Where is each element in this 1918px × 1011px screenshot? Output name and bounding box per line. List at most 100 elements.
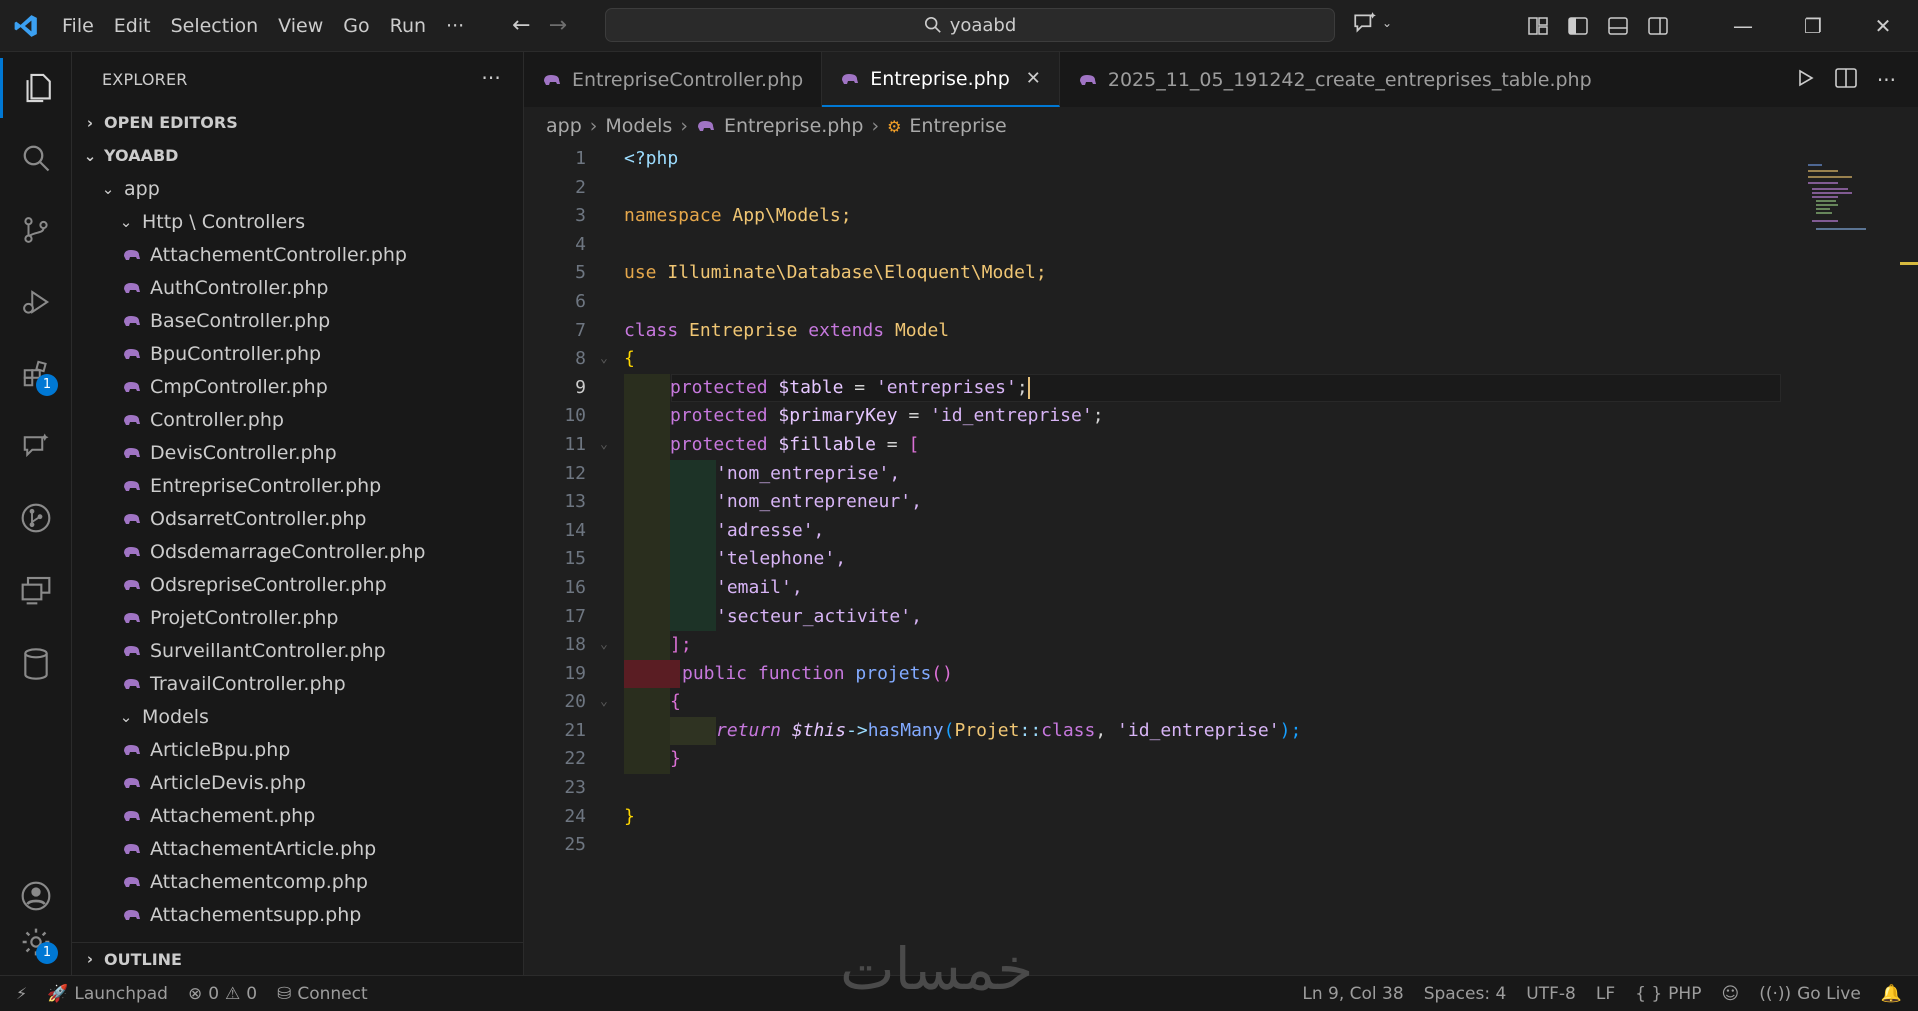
back-arrow-icon[interactable]: ← [512,13,530,38]
file-tree-item[interactable]: AttachementArticle.php [72,832,523,865]
file-tree-item[interactable]: AuthController.php [72,271,523,304]
file-tree-item[interactable]: Controller.php [72,403,523,436]
file-tree-item[interactable]: EntrepriseController.php [72,469,523,502]
copilot-chat-button[interactable]: ⌄ [1352,10,1392,36]
code-line: 2 [575,176,586,198]
end-of-line[interactable]: LF [1586,976,1625,1011]
code-editor[interactable]: 1 <?php 2 3 namespace App\Models; 4 5 use I… [524,145,1918,860]
code-token: ; [1016,376,1028,398]
encoding[interactable]: UTF-8 [1516,976,1586,1011]
outline-section[interactable]: › OUTLINE [72,942,523,975]
breadcrumb-file[interactable]: Entreprise.php [724,115,864,137]
copilot-status-icon[interactable]: ☺ [1711,976,1749,1011]
folder-app[interactable]: ⌄ app [72,172,523,205]
split-editor-icon[interactable] [1835,67,1857,92]
breadcrumb-class[interactable]: Entreprise [909,115,1006,137]
folder-http-controllers[interactable]: ⌄ Http \ Controllers [72,205,523,238]
editor-more-actions-icon[interactable]: ··· [1877,68,1896,92]
extensions-icon[interactable]: 1 [0,344,72,404]
menu-go[interactable]: Go [333,8,379,44]
code-token: projets [855,662,932,684]
run-debug-icon[interactable] [0,272,72,332]
menu-file[interactable]: File [52,8,104,44]
file-tree-item[interactable]: ArticleDevis.php [72,766,523,799]
folder-models[interactable]: ⌄ Models [72,700,523,733]
forward-arrow-icon[interactable]: → [549,13,567,38]
file-tree-item[interactable]: SurveillantController.php [72,634,523,667]
settings-gear-icon[interactable]: 1 [0,912,72,972]
fold-chevron-icon[interactable]: ⌄ [600,431,608,460]
fold-chevron-icon[interactable]: ⌄ [600,631,608,660]
folder-http-controllers-label: Http \ Controllers [142,210,306,233]
explorer-more-actions-icon[interactable]: ··· [481,66,501,90]
php-file-icon [842,73,859,84]
command-center-search[interactable]: yoaabd [605,8,1335,42]
file-tree-item[interactable]: OdsarretController.php [72,502,523,535]
file-tree-item[interactable]: BpuController.php [72,337,523,370]
explorer-sidebar: EXPLORER ··· › OPEN EDITORS ⌄ YOAABD ⌄ a… [72,52,524,975]
file-tree-item[interactable]: TravailController.php [72,667,523,700]
chevron-right-icon: › [86,113,94,132]
launchpad-button[interactable]: 🚀 Launchpad [37,976,178,1011]
tab-entreprise-controller[interactable]: EntrepriseController.php [524,52,823,107]
search-view-icon[interactable] [0,128,72,188]
language-mode[interactable]: { } PHP [1625,976,1711,1011]
toggle-panel-icon[interactable] [1598,0,1638,52]
menu-view[interactable]: View [268,8,333,44]
menu-edit[interactable]: Edit [104,8,161,44]
open-editors-section[interactable]: › OPEN EDITORS [72,106,523,139]
file-tree-item[interactable]: DevisController.php [72,436,523,469]
minimize-icon[interactable]: — [1708,0,1778,52]
file-tree-item[interactable]: OdsdemarrageController.php [72,535,523,568]
chat-icon[interactable] [0,416,72,476]
chevron-down-icon: ⌄ [83,146,97,165]
minimap[interactable] [1806,162,1866,242]
menu-selection[interactable]: Selection [161,8,269,44]
menu-more[interactable]: ··· [436,8,474,44]
code-token: = [843,376,876,398]
file-tree-item[interactable]: Attachement.php [72,799,523,832]
problems-indicator[interactable]: ⊗ 0 ⚠ 0 [178,976,267,1011]
fold-chevron-icon[interactable]: ⌄ [600,688,608,717]
fold-chevron-icon[interactable]: ⌄ [600,345,608,374]
menu-run[interactable]: Run [380,8,436,44]
source-control-icon[interactable] [0,200,72,260]
file-tree-item[interactable]: Attachementsupp.php [72,898,523,931]
file-tree-item[interactable]: Attachementcomp.php [72,865,523,898]
file-tree-item[interactable]: OdsrepriseController.php [72,568,523,601]
remote-explorer-icon[interactable] [0,560,72,620]
customize-layout-icon[interactable] [1518,0,1558,52]
tab-entreprise[interactable]: Entreprise.php ✕ [822,52,1060,107]
workspace-root-section[interactable]: ⌄ YOAABD [72,139,523,172]
remote-indicator[interactable]: ⚡ [0,976,37,1011]
connect-button[interactable]: ⛁ Connect [267,976,378,1011]
file-tree-item[interactable]: CmpController.php [72,370,523,403]
code-token: namespace [624,205,722,227]
code-token: () [931,662,953,684]
chevron-right-icon: › [86,950,94,968]
git-graph-icon[interactable] [0,488,72,548]
explorer-icon[interactable] [0,58,72,118]
file-tree-item[interactable]: AttachementController.php [72,238,523,271]
breadcrumb-models[interactable]: Models [605,115,672,137]
tab-label: 2025_11_05_191242_create_entreprises_tab… [1107,68,1592,91]
indentation[interactable]: Spaces: 4 [1414,976,1517,1011]
database-small-icon: ⛁ [277,983,292,1004]
restore-icon[interactable]: ❐ [1778,0,1848,52]
notifications-bell-icon[interactable]: 🔔 [1871,976,1918,1011]
toggle-primary-sidebar-icon[interactable] [1558,0,1598,52]
cursor-position[interactable]: Ln 9, Col 38 [1292,976,1413,1011]
tab-close-icon[interactable]: ✕ [1026,68,1041,89]
run-file-icon[interactable] [1795,68,1815,92]
database-icon[interactable] [0,634,72,694]
close-window-icon[interactable]: ✕ [1848,0,1918,52]
file-tree-item[interactable]: ProjetController.php [72,601,523,634]
file-tree-item[interactable]: ArticleBpu.php [72,733,523,766]
breadcrumb-app[interactable]: app [546,115,582,137]
go-live-button[interactable]: ((·)) Go Live [1749,976,1871,1011]
code-token: 'id_entreprise' [1117,719,1280,741]
tab-migration[interactable]: 2025_11_05_191242_create_entreprises_tab… [1060,52,1610,107]
toggle-secondary-sidebar-icon[interactable] [1638,0,1678,52]
code-line: 1 <?php [575,148,679,169]
file-tree-item[interactable]: BaseController.php [72,304,523,337]
